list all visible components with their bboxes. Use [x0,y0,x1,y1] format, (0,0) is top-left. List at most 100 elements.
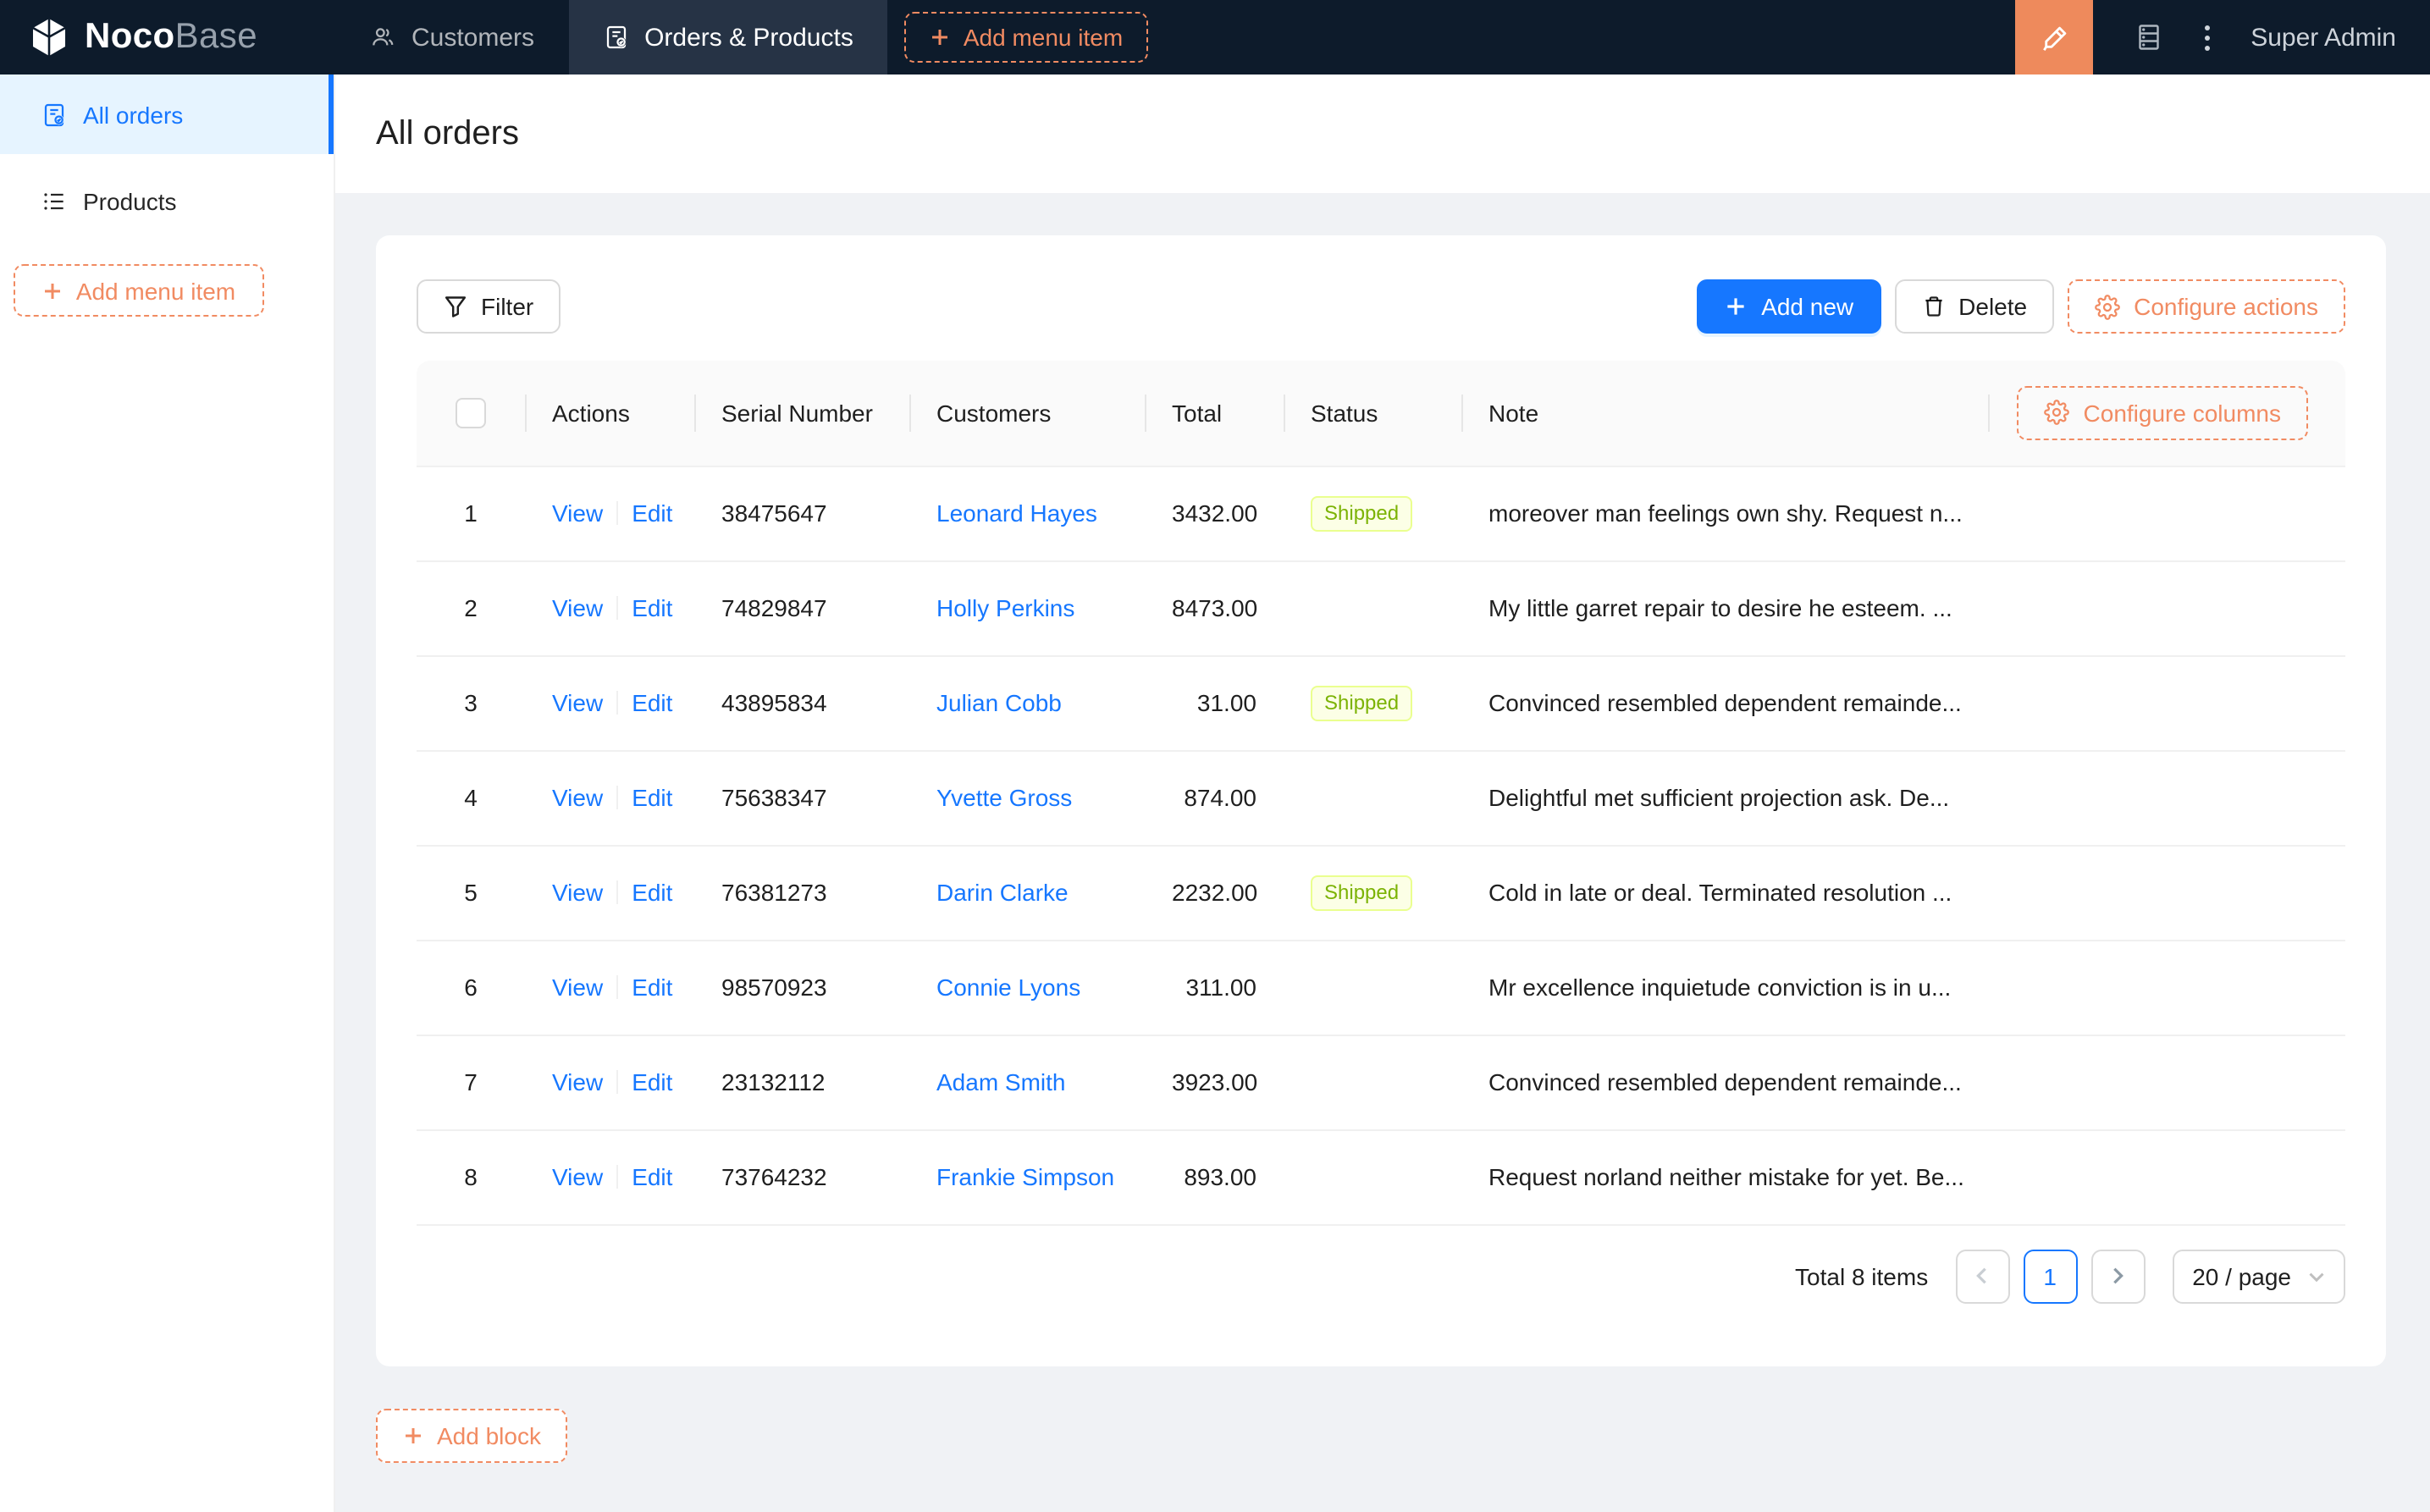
pagination-total: Total 8 items [1795,1262,1929,1289]
view-link[interactable]: View [552,974,603,1001]
user-name[interactable]: Super Admin [2251,23,2396,52]
chevron-left-icon [1976,1267,1987,1284]
total-cell: 311.00 [1185,974,1256,1001]
nav-tab-orders-products[interactable]: Orders & Products [568,0,887,74]
edit-link[interactable]: Edit [632,1163,672,1190]
nav-tab-label: Customers [411,23,535,52]
table-row: 5 View Edit 76381273 Darin Clarke 2232.00… [417,845,2345,941]
edit-link[interactable]: Edit [632,879,672,906]
customer-link[interactable]: Frankie Simpson [936,1163,1114,1190]
serial-number-cell: 76381273 [721,879,827,906]
edit-link[interactable]: Edit [632,974,672,1001]
note-cell: Delightful met sufficient projection ask… [1488,784,1950,811]
total-cell: 3923.00 [1172,1068,1258,1095]
edit-link[interactable]: Edit [632,1068,672,1095]
serial-number-cell: 74829847 [721,594,827,621]
row-index: 7 [464,1068,478,1095]
view-link[interactable]: View [552,499,603,527]
table-row: 7 View Edit 23132112 Adam Smith 3923.00 C… [417,1035,2345,1130]
page-header: All orders [335,74,2430,193]
orders-table: Actions Serial Number Customers Total St… [417,361,2345,1225]
configure-actions-button[interactable]: Configure actions [2068,279,2345,334]
status-tag: Shipped [1311,875,1413,910]
column-header-serial-number: Serial Number [694,361,909,466]
edit-link[interactable]: Edit [632,499,672,527]
status-tag: Shipped [1311,495,1413,531]
page-size-select[interactable]: 20 / page [2172,1249,2345,1303]
next-page-button[interactable] [2090,1249,2146,1303]
logo[interactable]: NocoBase [0,0,335,74]
note-cell: Request norland neither mistake for yet.… [1488,1163,1964,1190]
plus-icon [44,283,60,298]
table-body: 1 View Edit 38475647 Leonard Hayes 3432.0… [417,466,2345,1225]
sidebar-item-label: All orders [83,101,184,128]
content-area: Filter Add new Delete Configure actions … [335,193,2430,1512]
action-divider [616,786,619,809]
nocobase-logo-icon [32,19,66,56]
gear-icon [2044,400,2070,426]
filter-button[interactable]: Filter [417,279,561,334]
edit-link[interactable]: Edit [632,689,672,716]
serial-number-cell: 75638347 [721,784,827,811]
more-menu-button[interactable] [2205,0,2211,74]
configure-columns-button[interactable]: Configure columns [2017,385,2308,440]
view-link[interactable]: View [552,1163,603,1190]
table-row: 6 View Edit 98570923 Connie Lyons 311.00 … [417,940,2345,1035]
total-cell: 893.00 [1184,1163,1256,1190]
customer-link[interactable]: Holly Perkins [936,594,1074,621]
nav-tab-customers[interactable]: Customers [335,0,568,74]
previous-page-button[interactable] [1955,1249,2010,1303]
customer-link[interactable]: Julian Cobb [936,689,1062,716]
edit-link[interactable]: Edit [632,594,672,621]
table-header-row: Actions Serial Number Customers Total St… [417,361,2345,466]
plugin-settings-button[interactable] [2134,0,2164,74]
action-divider [616,691,619,715]
customer-link[interactable]: Adam Smith [936,1068,1066,1095]
order-check-icon [44,102,64,126]
nav-add-menu-item-button[interactable]: Add menu item [903,12,1149,63]
page-number-button[interactable]: 1 [2023,1249,2078,1303]
sidebar-add-menu-item-button[interactable]: Add menu item [14,264,264,317]
sidebar-item-all-orders[interactable]: All orders [0,74,334,154]
table-toolbar: Filter Add new Delete Configure actions [417,279,2345,334]
action-divider [616,596,619,620]
serial-number-cell: 23132112 [721,1068,826,1095]
sidebar-item-products[interactable]: Products [0,161,334,240]
note-cell: moreover man feelings own shy. Request n… [1488,499,1963,527]
order-check-icon [605,25,626,49]
pagination: Total 8 items 1 20 / page [417,1249,2345,1303]
app-root: NocoBase Customers Orders & Products Add… [0,0,2430,1512]
ui-editor-button[interactable] [2015,0,2094,74]
customer-link[interactable]: Darin Clarke [936,879,1069,906]
view-link[interactable]: View [552,1068,603,1095]
navbar: NocoBase Customers Orders & Products Add… [0,0,2430,74]
add-new-button[interactable]: Add new [1697,279,1881,334]
view-link[interactable]: View [552,689,603,716]
view-link[interactable]: View [552,784,603,811]
customer-link[interactable]: Yvette Gross [936,784,1072,811]
main: All orders Filter Add new Delete Configu… [335,74,2430,1512]
filter-icon [445,296,467,317]
note-cell: Cold in late or deal. Terminated resolut… [1488,879,1952,906]
trash-icon [1925,296,1941,317]
toolbar-right: Add new Delete Configure actions [1697,279,2345,334]
gear-icon [2095,294,2120,319]
view-link[interactable]: View [552,879,603,906]
table-row: 4 View Edit 75638347 Yvette Gross 874.00 … [417,750,2345,846]
serial-number-cell: 38475647 [721,499,827,527]
delete-button[interactable]: Delete [1894,279,2055,334]
view-link[interactable]: View [552,594,603,621]
edit-link[interactable]: Edit [632,784,672,811]
action-divider [616,1165,619,1189]
total-cell: 8473.00 [1172,594,1258,621]
action-divider [616,880,619,904]
list-icon [44,192,64,209]
customer-link[interactable]: Leonard Hayes [936,499,1097,527]
add-block-button[interactable]: Add block [376,1409,568,1463]
row-index: 4 [464,784,478,811]
team-icon [373,28,394,46]
customer-link[interactable]: Connie Lyons [936,974,1080,1001]
action-divider [616,975,619,999]
nav-tab-label: Orders & Products [644,23,853,52]
select-all-checkbox[interactable] [456,397,486,428]
